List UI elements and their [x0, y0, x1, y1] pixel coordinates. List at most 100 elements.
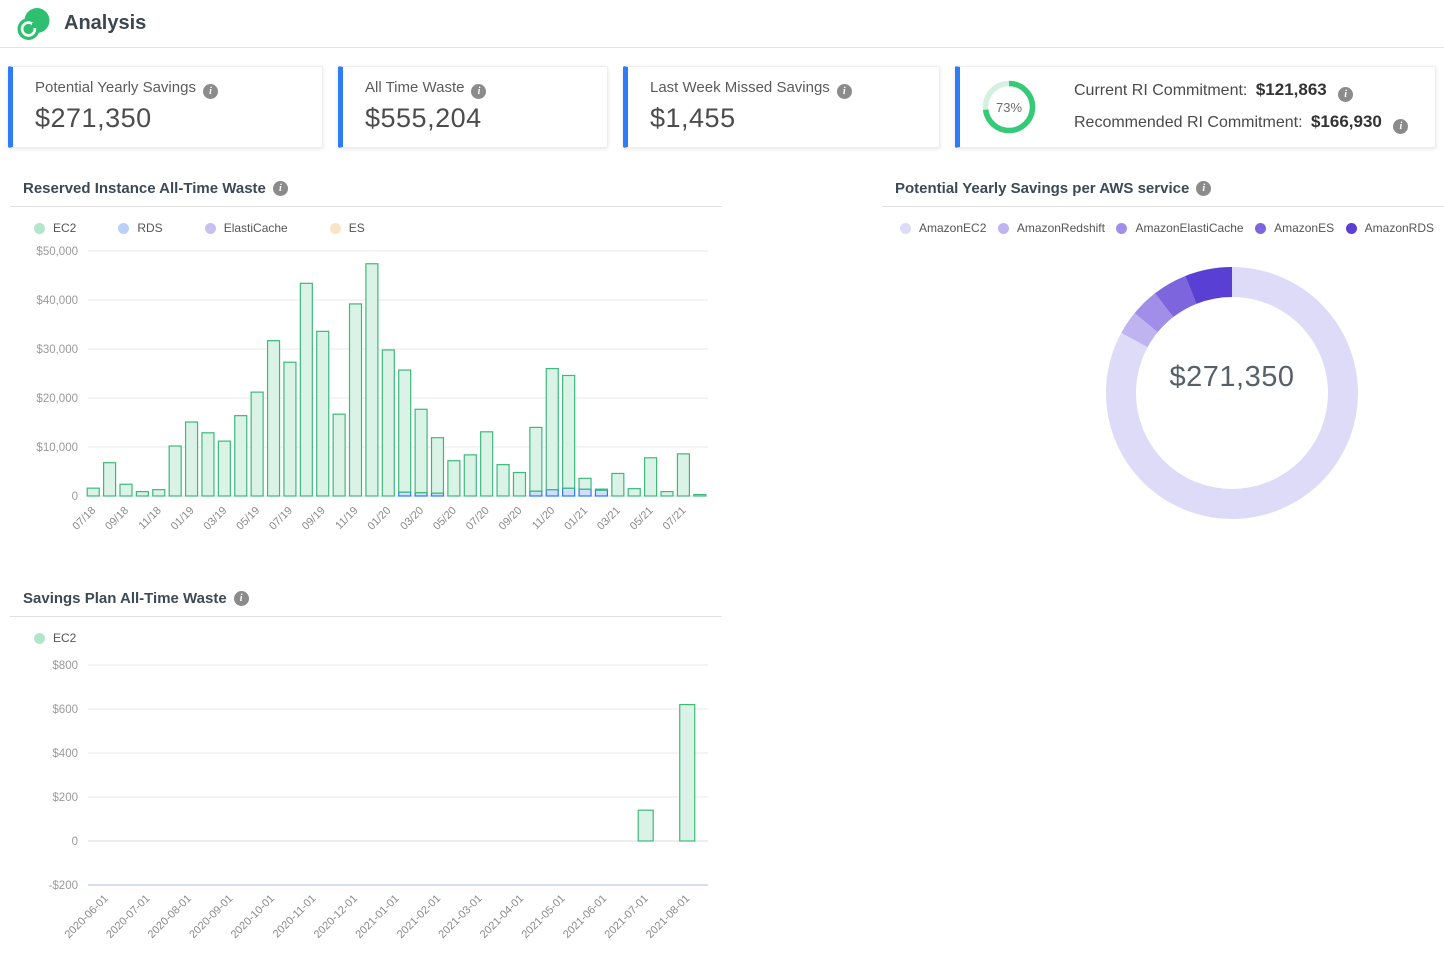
- legend-item-amazones[interactable]: AmazonES: [1255, 221, 1334, 235]
- card-label: Potential Yearly Savings: [35, 79, 196, 96]
- legend-dot: [1346, 223, 1357, 234]
- page-title: Analysis: [64, 12, 146, 35]
- y-axis-tick: $40,000: [36, 295, 78, 307]
- x-axis-tick: 2021-02-01: [395, 893, 443, 941]
- progress-ring-label: 73%: [980, 78, 1038, 136]
- legend-label: ES: [349, 221, 365, 235]
- sp-waste-legend: EC2: [10, 617, 722, 649]
- legend-dot: [34, 223, 45, 234]
- legend-item-es[interactable]: ES: [330, 221, 365, 235]
- x-axis-tick: 2020-09-01: [187, 893, 235, 941]
- legend-item-amazonrds[interactable]: AmazonRDS: [1346, 221, 1434, 235]
- recommended-ri-commitment-row: Recommended RI Commitment: $166,930: [1074, 112, 1408, 134]
- donut-slice-amazonredshift[interactable]: [1134, 323, 1146, 340]
- legend-item-ec2[interactable]: EC2: [34, 221, 76, 235]
- card-value: $1,455: [650, 103, 917, 134]
- ri-waste-legend: EC2 RDS ElastiCache ES: [10, 207, 722, 239]
- x-axis-tick: 07/19: [267, 505, 295, 533]
- y-axis-tick: $600: [52, 704, 78, 716]
- ri-waste-section: Reserved Instance All-Time Waste EC2RDSE…: [10, 170, 722, 566]
- x-axis-tick: 05/20: [431, 505, 459, 533]
- legend-label: AmazonES: [1274, 221, 1334, 235]
- info-icon[interactable]: [273, 181, 288, 196]
- app-header: Analysis: [0, 0, 1444, 48]
- info-icon[interactable]: [1338, 87, 1353, 102]
- y-axis-tick: -$200: [49, 880, 78, 892]
- card-value: $555,204: [365, 103, 585, 134]
- y-axis-tick: $20,000: [36, 393, 78, 405]
- x-axis-tick: 2021-07-01: [603, 893, 651, 941]
- legend-dot: [205, 223, 216, 234]
- y-axis-tick: 0: [72, 836, 78, 848]
- commitment-value: $121,863: [1256, 80, 1327, 99]
- donut-center-value: $271,350: [1104, 361, 1360, 394]
- x-axis-tick: 03/20: [398, 505, 426, 533]
- x-axis-tick: 09/18: [103, 505, 131, 533]
- card-value: $271,350: [35, 103, 300, 134]
- legend-label: EC2: [53, 631, 76, 645]
- info-icon[interactable]: [1196, 181, 1211, 196]
- commitment-label: Recommended RI Commitment:: [1074, 114, 1303, 131]
- legend-label: AmazonRDS: [1365, 221, 1434, 235]
- legend-dot: [118, 223, 129, 234]
- commitment-value: $166,930: [1311, 112, 1382, 131]
- x-axis-tick: 11/20: [530, 505, 557, 532]
- donut-slice-amazonrds[interactable]: [1191, 282, 1232, 290]
- card-potential-yearly-savings: Potential Yearly Savings $271,350: [8, 66, 323, 148]
- legend-label: EC2: [53, 221, 76, 235]
- savings-donut-wrap: $271,350: [1104, 265, 1360, 526]
- x-axis-tick: 09/19: [300, 505, 328, 533]
- x-axis-tick: 07/21: [661, 505, 689, 533]
- legend-item-elasticache[interactable]: ElastiCache: [205, 221, 288, 235]
- x-axis-tick: 07/18: [70, 505, 98, 533]
- legend-item-rds[interactable]: RDS: [118, 221, 162, 235]
- section-title: Savings Plan All-Time Waste: [23, 590, 227, 607]
- info-icon[interactable]: [234, 591, 249, 606]
- info-icon[interactable]: [203, 84, 218, 99]
- section-title: Reserved Instance All-Time Waste: [23, 180, 266, 197]
- card-label: All Time Waste: [365, 79, 464, 96]
- savings-per-service-legend: AmazonEC2 AmazonRedshift AmazonElastiCache…: [882, 207, 1444, 239]
- section-header: Potential Yearly Savings per AWS service: [882, 170, 1444, 207]
- x-axis-tick: 05/21: [628, 505, 656, 533]
- y-axis-tick: $200: [52, 792, 78, 804]
- legend-label: AmazonRedshift: [1017, 221, 1105, 235]
- info-icon[interactable]: [837, 84, 852, 99]
- x-axis-tick: 2021-08-01: [644, 893, 692, 941]
- summary-cards: Potential Yearly Savings $271,350 All Ti…: [0, 48, 1444, 148]
- donut-slice-amazonelasticache[interactable]: [1146, 305, 1164, 323]
- legend-dot: [900, 223, 911, 234]
- legend-item-ec2[interactable]: EC2: [34, 631, 76, 645]
- ri-waste-bar-chart[interactable]: 0$10,000$20,000$30,000$40,000$50,00007/1…: [10, 239, 722, 561]
- y-axis-tick: $400: [52, 748, 78, 760]
- spot-logo-icon: [16, 7, 50, 41]
- x-axis-tick: 01/19: [169, 505, 197, 533]
- y-axis-tick: $50,000: [36, 246, 78, 258]
- legend-item-amazonredshift[interactable]: AmazonRedshift: [998, 221, 1105, 235]
- commitment-label: Current RI Commitment:: [1074, 82, 1247, 99]
- x-axis-tick: 2020-10-01: [229, 893, 277, 941]
- ri-coverage-ring: 73%: [980, 78, 1038, 136]
- legend-item-amazonelasticache[interactable]: AmazonElastiCache: [1116, 221, 1243, 235]
- section-title: Potential Yearly Savings per AWS service: [895, 180, 1189, 197]
- x-axis-tick: 05/19: [234, 505, 262, 533]
- legend-item-amazonec2[interactable]: AmazonEC2: [900, 221, 986, 235]
- x-axis-tick: 2020-07-01: [104, 893, 152, 941]
- legend-dot: [1116, 223, 1127, 234]
- sp-waste-bar-chart[interactable]: $800$600$400$2000-$2002020-06-012020-07-…: [10, 649, 722, 961]
- info-icon[interactable]: [471, 84, 486, 99]
- x-axis-tick: 03/21: [595, 505, 623, 533]
- x-axis-tick: 2020-12-01: [312, 893, 360, 941]
- donut-slice-amazones[interactable]: [1164, 290, 1191, 305]
- x-axis-tick: 01/21: [562, 505, 590, 533]
- current-ri-commitment-row: Current RI Commitment: $121,863: [1074, 80, 1408, 102]
- y-axis-tick: $800: [52, 660, 78, 672]
- legend-dot: [330, 223, 341, 234]
- sp-waste-section: Savings Plan All-Time Waste EC2 $800 $600…: [10, 580, 722, 966]
- legend-label: RDS: [137, 221, 162, 235]
- y-axis-tick: $30,000: [36, 344, 78, 356]
- x-axis-tick: 2021-04-01: [478, 893, 526, 941]
- info-icon[interactable]: [1393, 119, 1408, 134]
- x-axis-tick: 2020-08-01: [146, 893, 194, 941]
- x-axis-tick: 11/19: [333, 505, 360, 532]
